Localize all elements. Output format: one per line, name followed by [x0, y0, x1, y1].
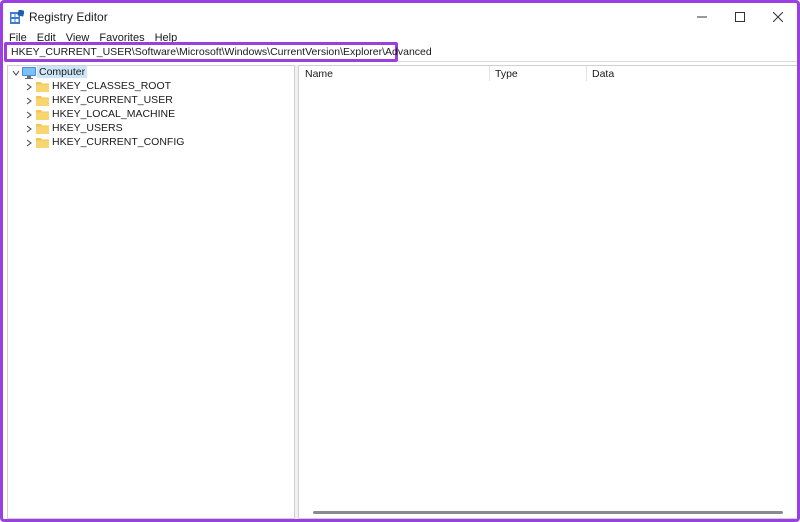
- column-header-name[interactable]: Name: [299, 66, 489, 81]
- column-header-type[interactable]: Type: [489, 66, 586, 81]
- column-header-data-label: Data: [592, 67, 615, 80]
- tree-label-hkey-classes-root: HKEY_CLASSES_ROOT: [52, 80, 172, 92]
- values-list-pane[interactable]: Name Type Data: [298, 65, 797, 519]
- address-bar[interactable]: HKEY_CURRENT_USER\Software\Microsoft\Win…: [4, 42, 432, 62]
- folder-icon: [36, 138, 49, 148]
- chevron-right-icon[interactable]: [24, 124, 34, 134]
- tree-node-hkey-local-machine[interactable]: HKEY_LOCAL_MACHINE: [8, 108, 294, 122]
- maximize-button[interactable]: [721, 3, 759, 31]
- column-header-name-label: Name: [305, 67, 334, 80]
- computer-icon: [22, 67, 36, 79]
- address-path: HKEY_CURRENT_USER\Software\Microsoft\Win…: [11, 46, 432, 58]
- tree-pane[interactable]: Computer HKEY_CLASSES_ROOT HKEY_CURRENT_…: [7, 65, 295, 519]
- tree-label-hkey-local-machine: HKEY_LOCAL_MACHINE: [52, 108, 176, 120]
- column-header-data[interactable]: Data: [586, 66, 786, 81]
- tree-node-hkey-users[interactable]: HKEY_USERS: [8, 122, 294, 136]
- registry-app-icon: [10, 10, 24, 24]
- folder-icon: [36, 124, 49, 134]
- tree-label-computer: Computer: [37, 66, 88, 78]
- tree-label-hkey-users: HKEY_USERS: [52, 122, 123, 134]
- minimize-button[interactable]: [683, 3, 721, 31]
- close-icon: [773, 12, 783, 22]
- minimize-icon: [697, 16, 707, 18]
- column-header-type-label: Type: [495, 67, 518, 80]
- close-button[interactable]: [759, 3, 797, 31]
- tree-node-computer[interactable]: Computer: [8, 66, 294, 80]
- folder-icon: [36, 110, 49, 120]
- tree-node-hkey-current-config[interactable]: HKEY_CURRENT_CONFIG: [8, 136, 294, 150]
- folder-icon: [36, 82, 49, 92]
- horizontal-scrollbar[interactable]: [313, 511, 783, 514]
- window-title: Registry Editor: [29, 10, 108, 24]
- folder-icon: [36, 96, 49, 106]
- maximize-icon: [735, 12, 745, 22]
- tree-node-hkey-classes-root[interactable]: HKEY_CLASSES_ROOT: [8, 80, 294, 94]
- registry-editor-window: Registry Editor File Edit View Favorites…: [0, 0, 800, 522]
- chevron-down-icon[interactable]: [11, 68, 21, 78]
- chevron-right-icon[interactable]: [24, 82, 34, 92]
- tree-label-hkey-current-config: HKEY_CURRENT_CONFIG: [52, 136, 185, 148]
- title-bar[interactable]: Registry Editor: [3, 3, 797, 31]
- address-bar-divider: [398, 61, 797, 62]
- chevron-right-icon[interactable]: [24, 110, 34, 120]
- chevron-right-icon[interactable]: [24, 96, 34, 106]
- tree-label-hkey-current-user: HKEY_CURRENT_USER: [52, 94, 173, 106]
- tree-node-hkey-current-user[interactable]: HKEY_CURRENT_USER: [8, 94, 294, 108]
- chevron-right-icon[interactable]: [24, 138, 34, 148]
